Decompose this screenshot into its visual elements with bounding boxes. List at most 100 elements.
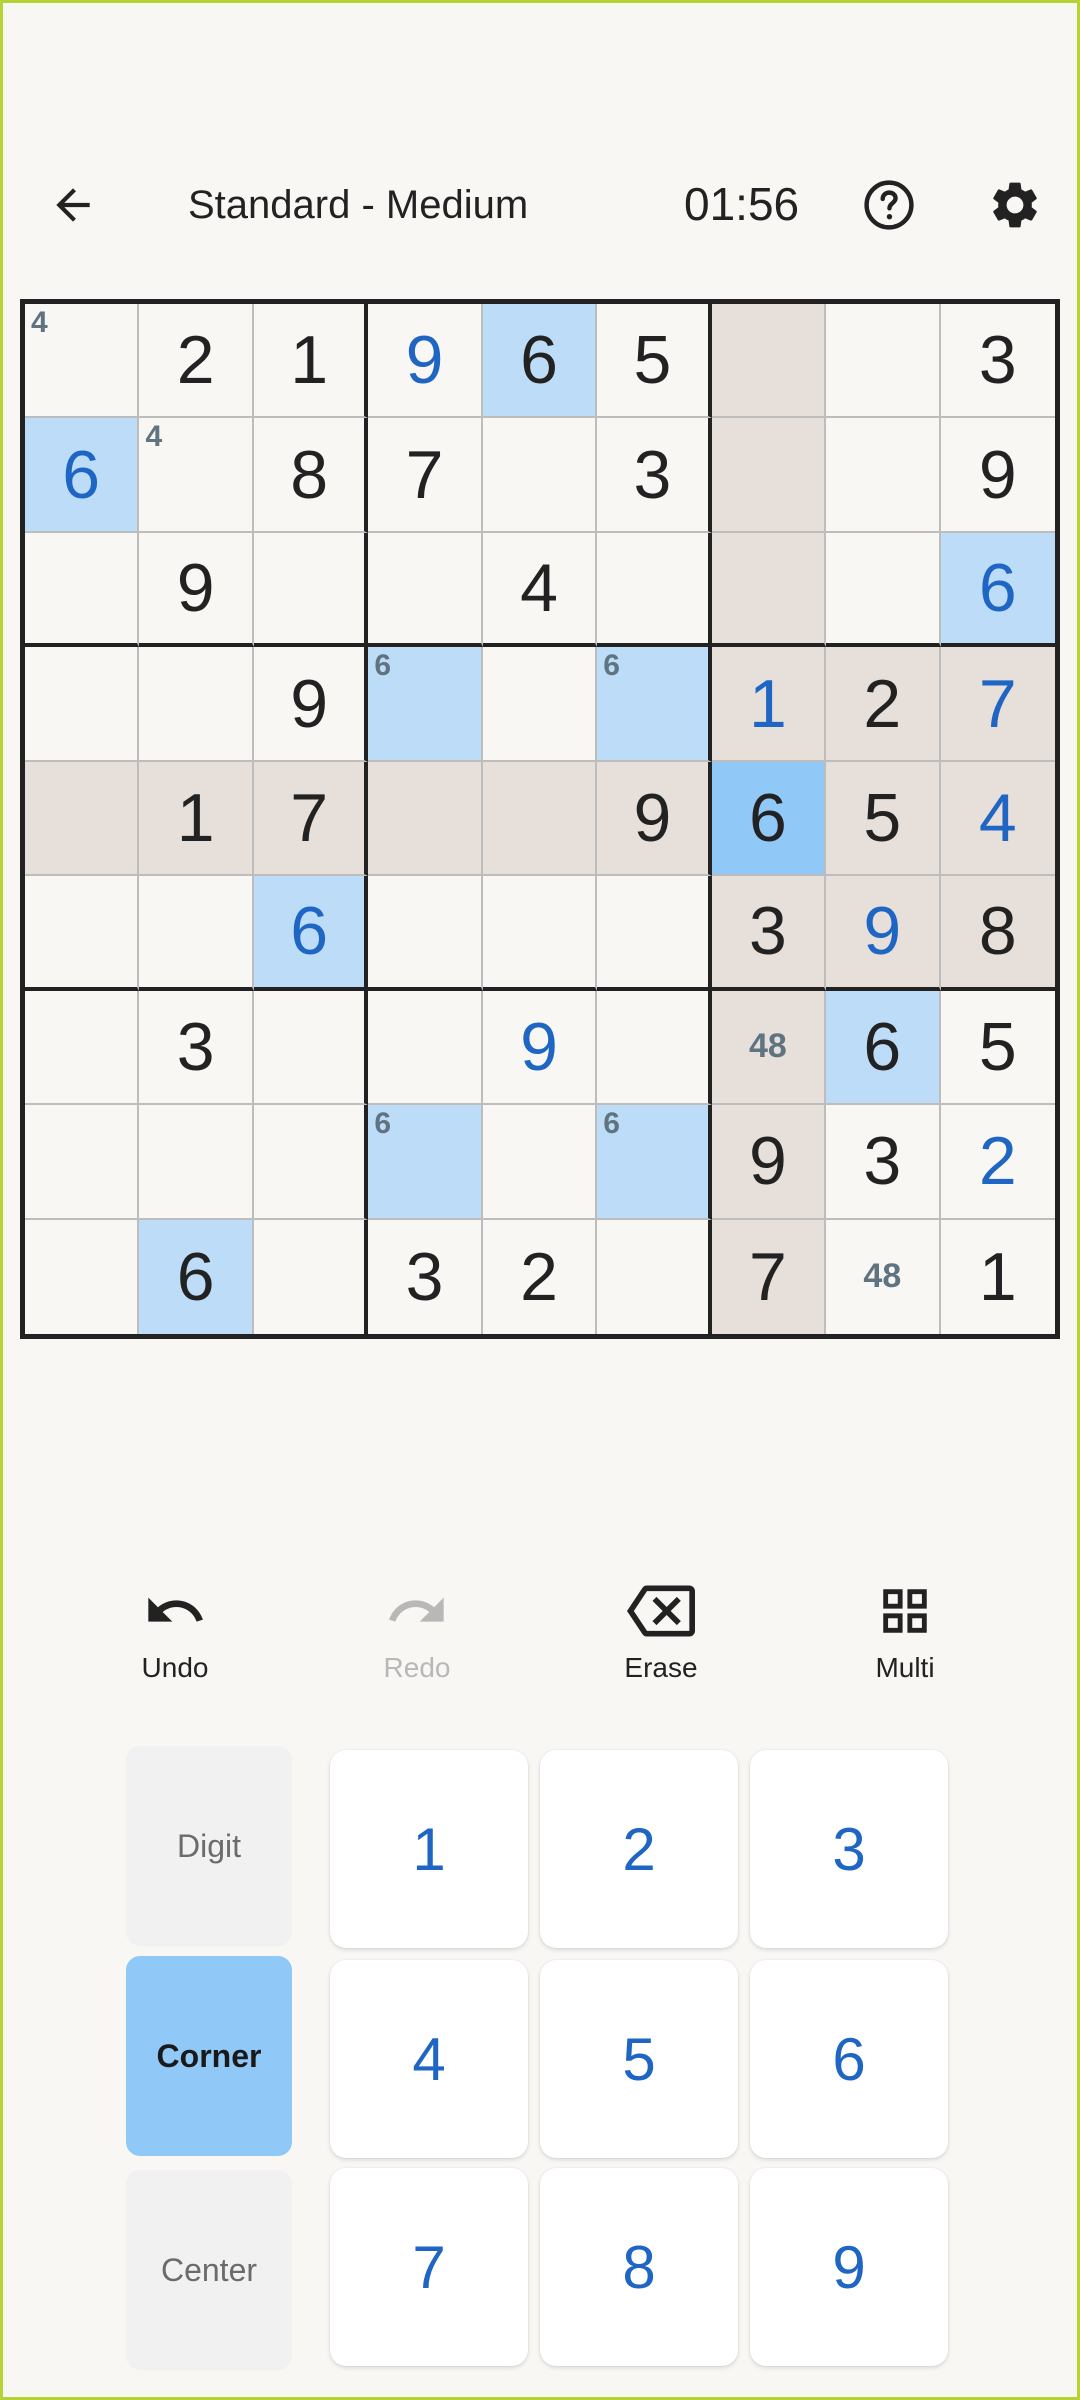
numpad-key-4[interactable]: 4 (330, 1960, 528, 2158)
sudoku-cell-r2c8[interactable] (826, 418, 941, 533)
sudoku-cell-r5c4[interactable] (368, 761, 483, 877)
sudoku-cell-r4c2[interactable] (139, 647, 254, 762)
mode-corner-button[interactable]: Corner (126, 1956, 292, 2156)
sudoku-cell-r9c7[interactable]: 7 (711, 1219, 827, 1334)
sudoku-cell-r6c8[interactable]: 9 (826, 876, 941, 991)
sudoku-cell-r6c7[interactable]: 3 (711, 876, 827, 991)
sudoku-cell-r5c3[interactable]: 7 (253, 761, 369, 877)
sudoku-cell-r5c7[interactable]: 6 (711, 761, 827, 877)
sudoku-cell-r1c6[interactable]: 5 (597, 304, 712, 419)
numpad-key-2[interactable]: 2 (540, 1750, 738, 1948)
back-button[interactable] (40, 172, 106, 238)
erase-button[interactable]: Erase (581, 1580, 741, 1700)
sudoku-cell-r8c8[interactable]: 3 (826, 1105, 941, 1220)
sudoku-cell-r3c4[interactable] (368, 532, 483, 648)
sudoku-cell-r6c2[interactable] (139, 876, 254, 991)
sudoku-cell-r5c1[interactable] (25, 761, 140, 877)
sudoku-cell-r6c9[interactable]: 8 (940, 876, 1055, 991)
sudoku-cell-r8c3[interactable] (253, 1105, 369, 1220)
sudoku-cell-r3c9[interactable]: 6 (940, 532, 1055, 648)
sudoku-cell-r1c7[interactable] (711, 304, 827, 419)
sudoku-cell-r3c2[interactable]: 9 (139, 532, 254, 648)
redo-button[interactable]: Redo (337, 1580, 497, 1700)
sudoku-cell-r3c1[interactable] (25, 532, 140, 648)
sudoku-cell-r7c6[interactable] (597, 990, 712, 1106)
sudoku-cell-r2c1[interactable]: 6 (25, 418, 140, 533)
numpad-key-9[interactable]: 9 (750, 2168, 948, 2366)
sudoku-cell-r9c4[interactable]: 3 (368, 1219, 483, 1334)
sudoku-cell-r5c2[interactable]: 1 (139, 761, 254, 877)
sudoku-cell-r1c9[interactable]: 3 (940, 304, 1055, 419)
sudoku-cell-r1c4[interactable]: 9 (368, 304, 483, 419)
sudoku-cell-r4c1[interactable] (25, 647, 140, 762)
sudoku-cell-r1c8[interactable] (826, 304, 941, 419)
sudoku-cell-r4c9[interactable]: 7 (940, 647, 1055, 762)
sudoku-cell-r3c3[interactable] (253, 532, 369, 648)
sudoku-cell-r7c9[interactable]: 5 (940, 991, 1055, 1106)
sudoku-cell-r7c1[interactable] (25, 990, 140, 1106)
sudoku-cell-r3c7[interactable] (711, 532, 827, 648)
sudoku-cell-r2c9[interactable]: 9 (940, 418, 1055, 533)
sudoku-cell-r9c8[interactable]: 48 (826, 1219, 941, 1334)
sudoku-cell-r4c6[interactable]: 6 (597, 647, 712, 762)
numpad-key-8[interactable]: 8 (540, 2168, 738, 2366)
sudoku-cell-r5c5[interactable] (482, 761, 598, 877)
sudoku-cell-r4c8[interactable]: 2 (826, 647, 941, 762)
sudoku-cell-r2c6[interactable]: 3 (597, 418, 712, 533)
sudoku-cell-r1c3[interactable]: 1 (253, 304, 369, 419)
sudoku-cell-r6c4[interactable] (368, 876, 483, 991)
sudoku-cell-r7c5[interactable]: 9 (482, 990, 598, 1106)
sudoku-cell-r8c1[interactable] (25, 1105, 140, 1220)
sudoku-cell-r5c8[interactable]: 5 (826, 761, 941, 877)
mode-center-button[interactable]: Center (126, 2170, 292, 2370)
sudoku-cell-r7c2[interactable]: 3 (139, 990, 254, 1106)
sudoku-cell-r4c3[interactable]: 9 (253, 647, 369, 762)
sudoku-cell-r7c4[interactable] (368, 990, 483, 1106)
sudoku-cell-r3c5[interactable]: 4 (482, 532, 598, 648)
sudoku-cell-r1c1[interactable]: 4 (25, 304, 140, 419)
sudoku-cell-r8c6[interactable]: 6 (597, 1105, 712, 1220)
sudoku-cell-r4c5[interactable] (482, 647, 598, 762)
sudoku-cell-r6c5[interactable] (482, 876, 598, 991)
numpad-key-6[interactable]: 6 (750, 1960, 948, 2158)
sudoku-cell-r1c2[interactable]: 2 (139, 304, 254, 419)
mode-digit-button[interactable]: Digit (126, 1746, 292, 1946)
settings-button[interactable] (982, 172, 1048, 238)
sudoku-cell-r2c7[interactable] (711, 418, 827, 533)
sudoku-cell-r8c5[interactable] (482, 1105, 598, 1220)
sudoku-cell-r4c4[interactable]: 6 (368, 647, 483, 762)
undo-button[interactable]: Undo (95, 1580, 255, 1700)
numpad-key-7[interactable]: 7 (330, 2168, 528, 2366)
sudoku-cell-r7c3[interactable] (253, 990, 369, 1106)
sudoku-cell-r8c2[interactable] (139, 1105, 254, 1220)
numpad-key-3[interactable]: 3 (750, 1750, 948, 1948)
sudoku-cell-r9c9[interactable]: 1 (941, 1220, 1055, 1334)
sudoku-cell-r2c3[interactable]: 8 (253, 418, 369, 533)
sudoku-cell-r9c6[interactable] (597, 1219, 712, 1334)
sudoku-cell-r5c9[interactable]: 4 (940, 761, 1055, 877)
sudoku-cell-r3c6[interactable] (597, 532, 712, 648)
sudoku-cell-r8c7[interactable]: 9 (711, 1105, 827, 1220)
sudoku-cell-r5c6[interactable]: 9 (597, 761, 712, 877)
sudoku-cell-r6c3[interactable]: 6 (253, 876, 369, 991)
sudoku-cell-r9c3[interactable] (254, 1219, 369, 1334)
multi-button[interactable]: Multi (825, 1580, 985, 1700)
help-button[interactable] (856, 172, 922, 238)
sudoku-cell-r2c4[interactable]: 7 (368, 418, 483, 533)
sudoku-cell-r7c8[interactable]: 6 (826, 990, 941, 1106)
sudoku-cell-r2c2[interactable]: 4 (139, 418, 254, 533)
sudoku-cell-r9c2[interactable]: 6 (139, 1219, 254, 1334)
sudoku-cell-r9c1[interactable] (25, 1219, 140, 1334)
sudoku-cell-r6c6[interactable] (597, 876, 712, 991)
sudoku-cell-r1c5[interactable]: 6 (482, 304, 598, 419)
sudoku-cell-r2c5[interactable] (482, 418, 598, 533)
sudoku-cell-r3c8[interactable] (826, 532, 941, 648)
numpad-key-5[interactable]: 5 (540, 1960, 738, 2158)
sudoku-cell-r8c9[interactable]: 2 (940, 1105, 1055, 1220)
sudoku-cell-r4c7[interactable]: 1 (711, 647, 827, 762)
sudoku-cell-r7c7[interactable]: 48 (711, 990, 827, 1106)
sudoku-cell-r6c1[interactable] (25, 876, 140, 991)
numpad-key-1[interactable]: 1 (330, 1750, 528, 1948)
sudoku-cell-r8c4[interactable]: 6 (368, 1105, 483, 1220)
sudoku-cell-r9c5[interactable]: 2 (483, 1219, 598, 1334)
